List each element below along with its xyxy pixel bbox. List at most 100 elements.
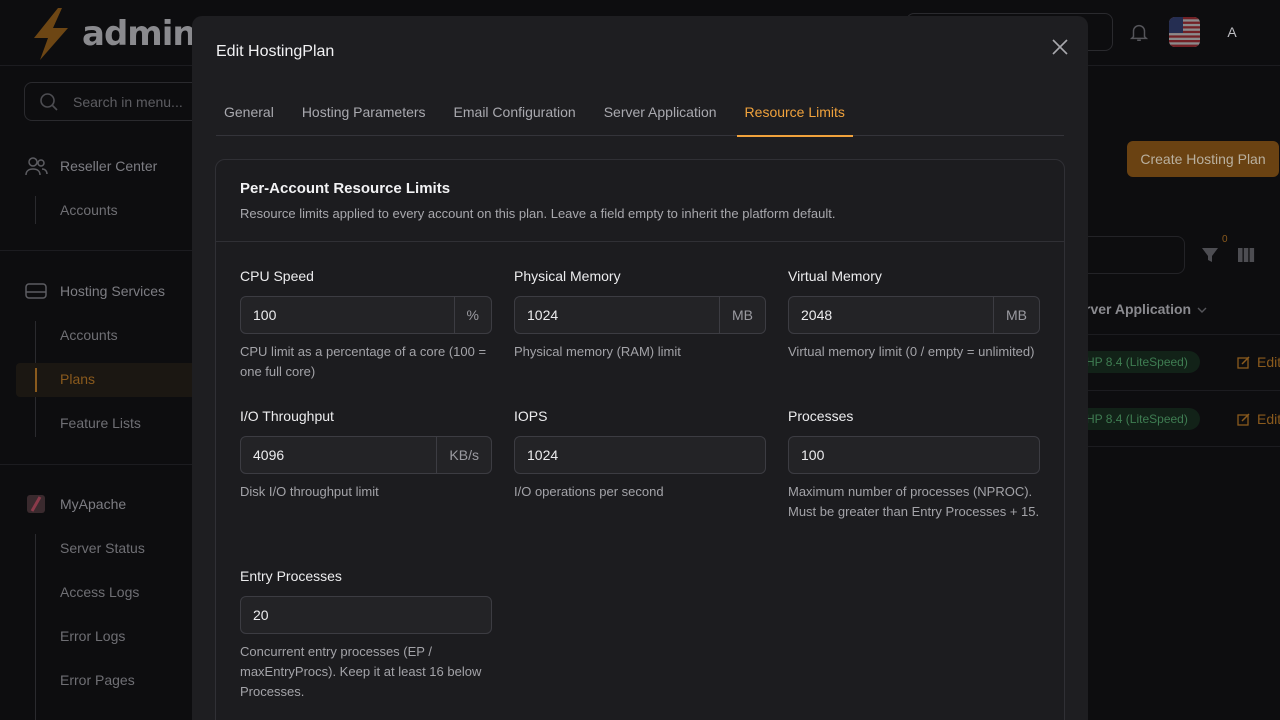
field-unit: MB <box>719 297 765 333</box>
server-icon <box>25 283 47 299</box>
tab-server-application[interactable]: Server Application <box>596 88 725 136</box>
sidebar-group-myapache[interactable]: MyApache <box>24 493 126 515</box>
field-box: MB <box>514 296 766 334</box>
edit-icon <box>1237 413 1250 426</box>
sidebar-group-label: Hosting Services <box>60 283 166 299</box>
sidebar-active-highlight <box>16 363 216 397</box>
cpu-speed-input[interactable] <box>241 297 454 333</box>
close-button[interactable] <box>1048 35 1072 59</box>
field-help: Physical memory (RAM) limit <box>514 344 681 359</box>
sidebar-active-indicator <box>35 368 37 392</box>
columns-icon[interactable] <box>1237 246 1255 264</box>
field-help: I/O operations per second <box>514 484 664 499</box>
edit-icon <box>1237 356 1250 369</box>
field-box <box>240 596 492 634</box>
table-search-input[interactable] <box>1080 236 1185 274</box>
card-header: Per-Account Resource Limits Resource lim… <box>216 160 1064 242</box>
column-header-server-application[interactable]: rver Application <box>1085 301 1191 317</box>
logo-text: admin <box>82 14 197 54</box>
entry-processes-field: Entry Processes Concurrent entry process… <box>240 568 492 702</box>
sidebar-search-placeholder: Search in menu... <box>73 93 183 110</box>
sidebar-item-feature-lists[interactable]: Feature Lists <box>60 415 141 431</box>
field-box: KB/s <box>240 436 492 474</box>
chevron-down-icon <box>1197 307 1207 313</box>
field-label: I/O Throughput <box>240 408 334 424</box>
sidebar-group-reseller-center[interactable]: Reseller Center <box>24 155 157 177</box>
field-box: MB <box>788 296 1040 334</box>
tab-hosting-parameters[interactable]: Hosting Parameters <box>294 88 434 136</box>
sidebar-item-hosting-accounts[interactable]: Accounts <box>60 327 118 343</box>
sidebar-group-label: Reseller Center <box>60 158 158 174</box>
field-label: Processes <box>788 408 854 424</box>
sidebar-divider <box>0 250 192 251</box>
edit-label: Edit <box>1257 354 1280 370</box>
table-row-divider <box>1064 446 1280 447</box>
logo[interactable]: admin <box>28 6 197 62</box>
field-label: IOPS <box>514 408 548 424</box>
edit-link[interactable]: Edit <box>1237 411 1280 427</box>
sidebar-item-reseller-accounts[interactable]: Accounts <box>60 202 118 218</box>
field-help: Virtual memory limit (0 / empty = unlimi… <box>788 344 1035 359</box>
tab-resource-limits[interactable]: Resource Limits <box>736 88 854 137</box>
physical-memory-field: Physical Memory MB Physical memory (RAM)… <box>514 268 766 362</box>
field-unit: KB/s <box>436 437 491 473</box>
field-box <box>788 436 1040 474</box>
users-icon <box>25 157 48 176</box>
field-help: Maximum number of processes (NPROC). Mus… <box>788 484 1040 519</box>
virtual-memory-field: Virtual Memory MB Virtual memory limit (… <box>788 268 1040 362</box>
filter-icon[interactable] <box>1200 245 1220 265</box>
field-box: % <box>240 296 492 334</box>
avatar[interactable]: A <box>1214 17 1250 47</box>
sidebar-item-access-logs[interactable]: Access Logs <box>60 584 139 600</box>
search-icon <box>40 92 58 111</box>
create-hosting-plan-button[interactable]: Create Hosting Plan <box>1127 141 1279 177</box>
field-label: Virtual Memory <box>788 268 882 284</box>
entry-processes-input[interactable] <box>241 597 491 633</box>
sidebar-item-plans[interactable]: Plans <box>60 371 95 387</box>
iops-input[interactable] <box>515 437 765 473</box>
modal-title: Edit HostingPlan <box>216 43 335 60</box>
card-title: Per-Account Resource Limits <box>240 180 451 197</box>
io-throughput-input[interactable] <box>241 437 437 473</box>
field-help: Concurrent entry processes (EP / maxEntr… <box>240 644 482 699</box>
tab-general[interactable]: General <box>216 88 282 136</box>
virtual-memory-input[interactable] <box>789 297 993 333</box>
field-unit: % <box>453 297 491 333</box>
field-help: Disk I/O throughput limit <box>240 484 379 499</box>
bell-icon[interactable] <box>1128 21 1150 43</box>
apache-feather-icon <box>27 495 45 513</box>
sidebar-tree-line <box>35 196 36 224</box>
sidebar-group-label: MyApache <box>60 496 127 512</box>
card-description: Resource limits applied to every account… <box>240 206 836 221</box>
sidebar-divider <box>0 464 192 465</box>
io-throughput-field: I/O Throughput KB/s Disk I/O throughput … <box>240 408 492 502</box>
cpu-speed-field: CPU Speed % CPU limit as a percentage of… <box>240 268 492 382</box>
field-label: CPU Speed <box>240 268 314 284</box>
sidebar-item-error-logs[interactable]: Error Logs <box>60 628 125 644</box>
us-flag-icon[interactable] <box>1169 17 1200 47</box>
lightning-logo-icon <box>34 8 68 60</box>
sidebar-group-hosting-services[interactable]: Hosting Services <box>24 280 165 302</box>
field-label: Physical Memory <box>514 268 621 284</box>
field-help: CPU limit as a percentage of a core (100… <box>240 344 487 379</box>
processes-field: Processes Maximum number of processes (N… <box>788 408 1040 522</box>
tab-email-configuration[interactable]: Email Configuration <box>446 88 584 136</box>
sidebar-item-server-status[interactable]: Server Status <box>60 540 145 556</box>
table-row-divider <box>1064 334 1280 335</box>
iops-field: IOPS I/O operations per second <box>514 408 766 502</box>
resource-limits-card: Per-Account Resource Limits Resource lim… <box>215 159 1065 720</box>
field-unit: MB <box>993 297 1039 333</box>
modal-tabs: General Hosting Parameters Email Configu… <box>216 88 1064 137</box>
edit-hosting-plan-modal: Edit HostingPlan General Hosting Paramet… <box>192 16 1088 720</box>
edit-link[interactable]: Edit <box>1237 354 1280 370</box>
sidebar-tree-line <box>35 534 36 720</box>
close-icon <box>1052 39 1068 55</box>
physical-memory-input[interactable] <box>515 297 719 333</box>
table-row-divider <box>1064 390 1280 391</box>
edit-label: Edit <box>1257 411 1280 427</box>
filter-count-badge: 0 <box>1222 234 1228 245</box>
sidebar-item-error-pages[interactable]: Error Pages <box>60 672 135 688</box>
field-box <box>514 436 766 474</box>
processes-input[interactable] <box>789 437 1039 473</box>
field-label: Entry Processes <box>240 568 342 584</box>
